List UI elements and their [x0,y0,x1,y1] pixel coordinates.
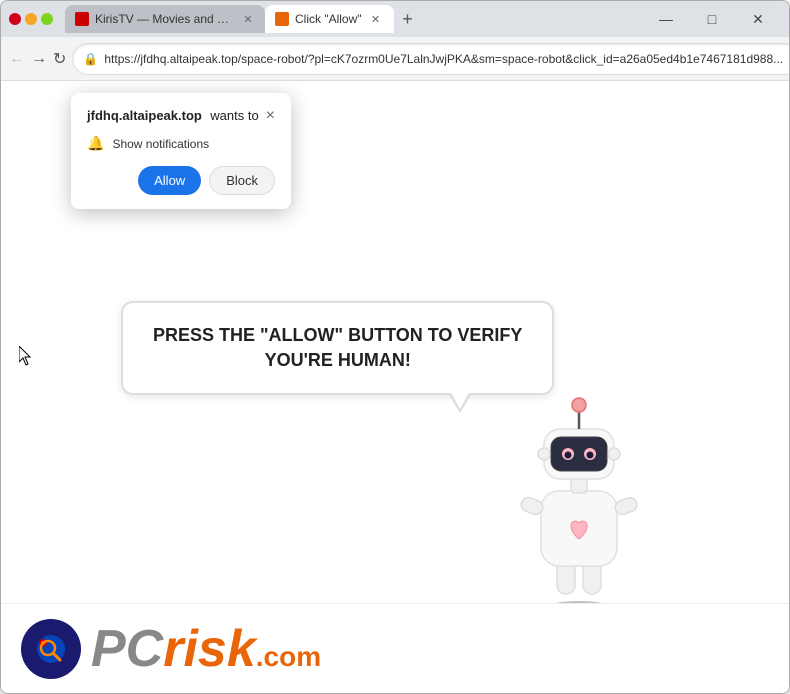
notif-allow-button[interactable]: Allow [138,166,201,195]
robot-illustration [489,381,669,626]
tab-2-label: Click "Allow" [295,12,362,26]
close-button[interactable]: ✕ [735,3,781,35]
maximize-button[interactable]: □ [689,3,735,35]
notif-header: jfdhq.altaipeak.top wants to × [87,107,275,125]
title-bar: KirisTV — Movies and Series D... ✕ Click… [1,1,789,37]
chrome-window-buttons: — □ ✕ [643,3,781,35]
minimize-button[interactable]: — [643,3,689,35]
forward-button[interactable]: → [31,44,47,74]
toolbar: ← → ↻ 🔒 https://jfdhq.altaipeak.top/spac… [1,37,789,81]
address-bar[interactable]: 🔒 https://jfdhq.altaipeak.top/space-robo… [72,43,790,75]
tab-1-label: KirisTV — Movies and Series D... [95,12,235,26]
bubble-text: PRESS THE "ALLOW" BUTTON TO VERIFY YOU'R… [153,323,522,373]
tab-2-favicon [275,12,289,26]
pcrisk-badge-svg [26,624,76,674]
pcrisk-bar: PCrisk.com [1,603,789,693]
page-content: jfdhq.altaipeak.top wants to × 🔔 Show no… [1,81,789,693]
cursor [19,346,33,366]
notif-show-notifications: Show notifications [112,137,209,151]
tab-2[interactable]: Click "Allow" ✕ [265,5,394,33]
new-tab-button[interactable]: + [394,5,422,33]
pcrisk-text: PCrisk.com [91,619,321,679]
win-ctrl-close[interactable] [9,13,21,25]
notif-block-button[interactable]: Block [209,166,275,195]
dot-com: .com [256,641,321,673]
notif-close-button[interactable]: × [266,107,275,125]
tab-1[interactable]: KirisTV — Movies and Series D... ✕ [65,5,265,33]
robot-svg [489,381,669,621]
win-ctrl-maximize[interactable] [41,13,53,25]
bell-icon: 🔔 [87,135,104,152]
tab-2-close[interactable]: ✕ [368,11,384,27]
url-text: https://jfdhq.altaipeak.top/space-robot/… [104,52,783,66]
pcrisk-badge-icon [21,619,81,679]
window-controls-left [9,13,53,25]
pc-letters: PC [91,619,163,679]
tab-1-favicon [75,12,89,26]
browser-window: KirisTV — Movies and Series D... ✕ Click… [0,0,790,694]
tabs-area: KirisTV — Movies and Series D... ✕ Click… [65,5,629,33]
notif-wants-text: wants to [210,108,258,123]
back-button[interactable]: ← [9,44,25,74]
risk-letters: risk [163,619,256,679]
notif-domain-wants: jfdhq.altaipeak.top wants to [87,107,259,125]
notif-buttons: Allow Block [87,166,275,195]
pcrisk-logo: PCrisk.com [21,619,321,679]
lock-icon: 🔒 [83,52,98,66]
reload-button[interactable]: ↻ [53,44,66,74]
bubble-line1: PRESS THE "ALLOW" BUTTON TO VERIFY [153,325,522,345]
tab-1-close[interactable]: ✕ [241,11,255,27]
bubble-line2: YOU'RE HUMAN! [265,350,411,370]
notif-domain: jfdhq.altaipeak.top [87,108,202,123]
win-ctrl-minimize[interactable] [25,13,37,25]
notification-popup: jfdhq.altaipeak.top wants to × 🔔 Show no… [71,93,291,209]
notif-row: 🔔 Show notifications [87,135,275,152]
